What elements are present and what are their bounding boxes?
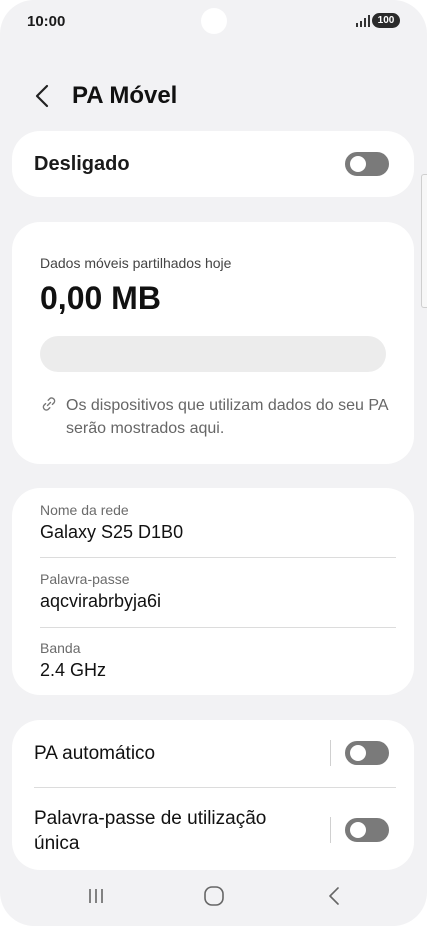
status-bar: 10:00 100 [0, 0, 427, 44]
data-usage-progress [40, 336, 386, 372]
devices-info-text: Os dispositivos que utilizam dados do se… [66, 397, 388, 437]
data-usage-label: Dados móveis partilhados hoje [40, 255, 232, 271]
toggle-knob [350, 156, 366, 172]
hotspot-toggle-switch[interactable] [345, 152, 389, 176]
page-header: PA Móvel [0, 74, 427, 118]
toggle-knob [350, 745, 366, 761]
back-icon [329, 887, 339, 905]
band-field[interactable]: Banda 2.4 GHz [40, 640, 396, 681]
password-value: aqcvirabrbyja6i [40, 591, 162, 611]
separator [330, 817, 331, 843]
password-field[interactable]: Palavra-passe aqcvirabrbyja6i [40, 571, 396, 612]
recent-apps-button[interactable] [76, 882, 116, 910]
hotspot-toggle-card[interactable]: Desligado [12, 131, 414, 197]
signal-bars-icon [356, 15, 370, 27]
one-time-password-label: Palavra-passe de utilização única [34, 808, 267, 854]
band-value: 2.4 GHz [40, 660, 107, 680]
divider [40, 557, 396, 558]
camera-cutout [201, 8, 227, 34]
scrollbar[interactable] [421, 174, 427, 308]
phone-screen: 10:00 100 PA Móvel Desligado Dados móvei… [0, 0, 427, 926]
home-icon [204, 886, 224, 906]
data-usage-card: Dados móveis partilhados hoje 0,00 MB Os… [12, 222, 414, 464]
network-name-value: Galaxy S25 D1B0 [40, 522, 184, 542]
page-title: PA Móvel [72, 82, 178, 109]
recent-apps-icon [89, 889, 103, 903]
band-label: Banda [40, 640, 81, 656]
auto-hotspot-toggle[interactable] [345, 741, 389, 765]
divider [34, 787, 396, 788]
password-label: Palavra-passe [40, 571, 130, 587]
settings-card: PA automático Palavra-passe de utilizaçã… [12, 720, 414, 870]
chevron-left-icon [35, 84, 49, 108]
auto-hotspot-label: PA automático [34, 743, 156, 764]
one-time-password-toggle[interactable] [345, 818, 389, 842]
data-usage-value: 0,00 MB [40, 280, 161, 316]
hotspot-toggle-label: Desligado [34, 153, 130, 175]
link-icon [42, 397, 56, 411]
back-button[interactable] [28, 80, 56, 112]
network-name-field[interactable]: Nome da rede Galaxy S25 D1B0 [40, 502, 396, 543]
navigation-bar [0, 866, 427, 926]
toggle-knob [350, 822, 366, 838]
battery-indicator: 100 [372, 13, 400, 28]
network-name-label: Nome da rede [40, 502, 129, 518]
network-details-card: Nome da rede Galaxy S25 D1B0 Palavra-pas… [12, 488, 414, 695]
status-time: 10:00 [27, 13, 66, 30]
home-button[interactable] [194, 882, 234, 910]
nav-back-button[interactable] [314, 882, 354, 910]
separator [330, 740, 331, 766]
divider [40, 627, 396, 628]
